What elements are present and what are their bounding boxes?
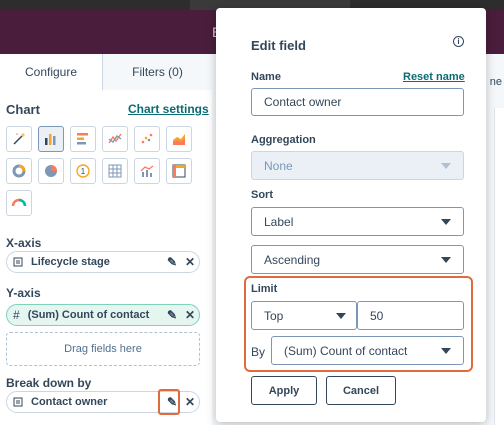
combo-chart-icon[interactable]	[134, 158, 160, 184]
limit-number-input[interactable]: 50	[357, 301, 464, 330]
sort-by-select[interactable]: Label	[251, 207, 464, 236]
scatter-icon[interactable]	[134, 126, 160, 152]
remove-x-icon[interactable]: ✕	[181, 308, 199, 322]
field-property-icon	[13, 257, 23, 267]
y-axis-field-pill[interactable]: # (Sum) Count of contact ✎ ✕	[6, 304, 200, 326]
edit-icon-highlight	[158, 389, 180, 415]
name-label: Name	[251, 71, 281, 83]
edit-pencil-icon[interactable]: ✎	[163, 308, 181, 322]
field-property-icon	[13, 397, 23, 407]
dialog-title: Edit field	[251, 38, 306, 53]
pie-icon[interactable]	[38, 158, 64, 184]
name-input[interactable]: Contact owner	[251, 88, 464, 116]
number-hash-icon: #	[13, 308, 20, 322]
sort-order-select[interactable]: Ascending	[251, 245, 464, 274]
drag-fields-dropzone[interactable]: Drag fields here	[6, 332, 200, 366]
aggregation-label: Aggregation	[251, 134, 316, 146]
tab-configure[interactable]: Configure	[0, 54, 103, 90]
chevron-down-icon	[441, 257, 451, 263]
edit-pencil-icon[interactable]: ✎	[163, 255, 181, 269]
tab-filters[interactable]: Filters (0)	[103, 54, 212, 90]
chevron-down-icon	[441, 163, 451, 169]
cancel-button[interactable]: Cancel	[326, 376, 396, 405]
bar-chart-icon[interactable]	[38, 126, 64, 152]
horizontal-bar-icon[interactable]	[70, 126, 96, 152]
donut-icon[interactable]	[6, 158, 32, 184]
pivot-table-icon[interactable]	[166, 158, 192, 184]
break-down-field-name: Contact owner	[31, 396, 108, 408]
x-axis-field-name: Lifecycle stage	[31, 256, 110, 268]
svg-text:1: 1	[81, 167, 86, 176]
limit-by-select[interactable]: (Sum) Count of contact	[271, 336, 464, 365]
remove-x-icon[interactable]: ✕	[181, 255, 199, 269]
break-down-by-label: Break down by	[6, 376, 92, 390]
left-config-panel: Configure Filters (0) Chart Chart settin…	[0, 54, 212, 425]
line-chart-icon[interactable]	[102, 126, 128, 152]
limit-direction-select[interactable]: Top	[251, 301, 357, 330]
chevron-down-icon	[336, 313, 346, 319]
chevron-down-icon	[441, 348, 451, 354]
gauge-icon[interactable]	[6, 190, 32, 216]
info-icon[interactable]: i	[453, 36, 464, 47]
chart-heading: Chart	[6, 102, 40, 117]
limit-by-value: (Sum) Count of contact	[284, 343, 408, 358]
y-axis-label: Y-axis	[6, 286, 41, 300]
sort-label: Sort	[251, 189, 273, 201]
x-axis-field-pill[interactable]: Lifecycle stage ✎ ✕	[6, 251, 200, 273]
sort-by-value: Label	[264, 214, 294, 229]
reset-name-link[interactable]: Reset name	[403, 71, 465, 83]
limit-direction-value: Top	[264, 308, 284, 323]
table-icon[interactable]	[102, 158, 128, 184]
edit-field-dialog: Edit field i Name Reset name Contact own…	[216, 8, 486, 422]
sort-order-value: Ascending	[264, 252, 321, 267]
y-axis-field-name: (Sum) Count of contact	[27, 309, 150, 321]
aggregation-select[interactable]: None	[251, 151, 464, 180]
limit-label: Limit	[251, 283, 278, 295]
panel-tabs: Configure Filters (0)	[0, 54, 212, 90]
chevron-down-icon	[441, 219, 451, 225]
x-axis-label: X-axis	[6, 236, 42, 250]
chart-settings-link[interactable]: Chart settings	[128, 102, 209, 116]
preview-fragment-text: ne	[489, 76, 502, 88]
preview-column	[494, 108, 504, 425]
by-label: By	[251, 345, 266, 359]
apply-button[interactable]: Apply	[251, 376, 317, 405]
remove-x-icon[interactable]: ✕	[181, 395, 199, 409]
single-value-icon[interactable]: 1	[70, 158, 96, 184]
aggregation-value: None	[264, 158, 293, 173]
magic-wand-icon[interactable]	[6, 126, 32, 152]
area-chart-icon[interactable]	[166, 126, 192, 152]
